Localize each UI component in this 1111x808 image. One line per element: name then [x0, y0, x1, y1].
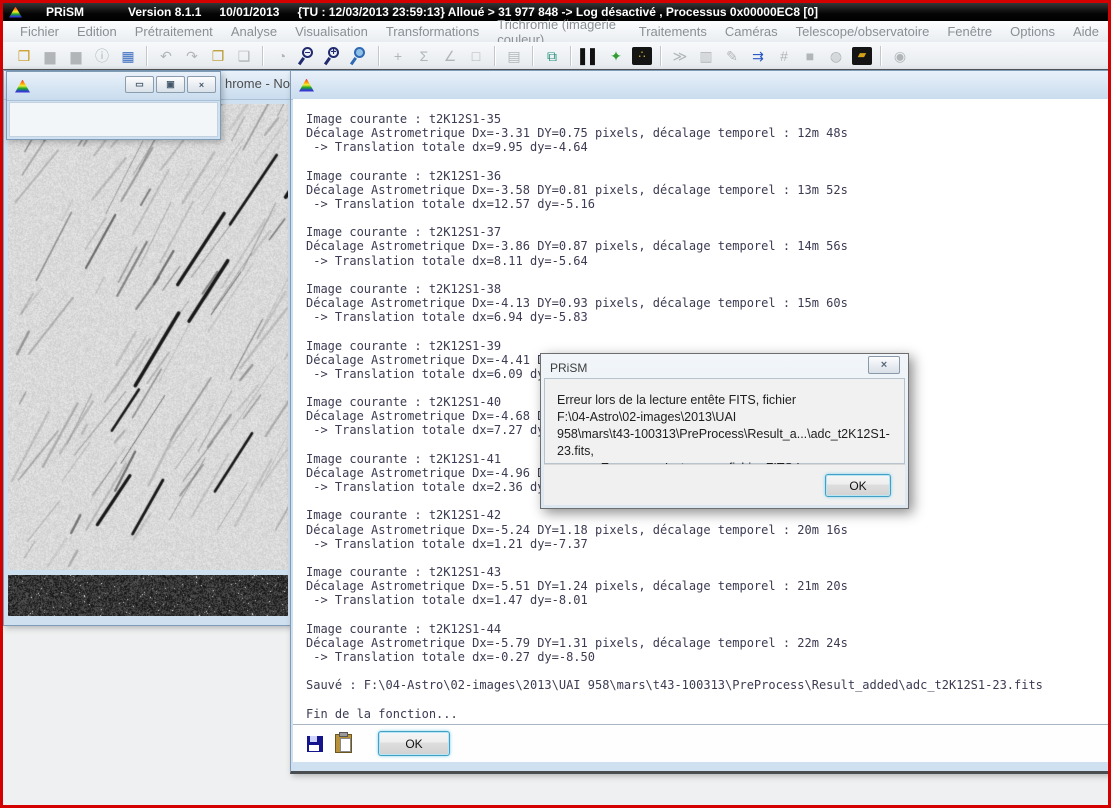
minimize-icon[interactable]: ▭: [125, 76, 154, 93]
menu-analyse[interactable]: Analyse: [222, 24, 286, 39]
menu-fichier[interactable]: Fichier: [11, 24, 68, 39]
toolbar-separator: [880, 46, 882, 66]
mask-icon[interactable]: ■: [798, 44, 822, 68]
menu-fenetre[interactable]: Fenêtre: [938, 24, 1001, 39]
menu-edition[interactable]: Edition: [68, 24, 126, 39]
prism-application-window: PRiSM Version 8.1.1 10/01/2013 {TU : 12/…: [0, 0, 1111, 808]
toolbar-separator: [146, 46, 148, 66]
prism-window-icon: [299, 79, 314, 92]
image-window-body: [4, 100, 290, 620]
prism-window-icon: [15, 80, 30, 93]
dialog-footer: OK: [544, 464, 905, 505]
sum-icon[interactable]: Σ: [412, 44, 436, 68]
webcam-icon[interactable]: ◉: [888, 44, 912, 68]
menu-aide[interactable]: Aide: [1064, 24, 1108, 39]
dialog-body: Erreur lors de la lecture entête FITS, f…: [544, 378, 905, 464]
blink-icon[interactable]: ≫: [668, 44, 692, 68]
small-window-title-bar[interactable]: ▭ ▣ ×: [7, 72, 220, 101]
menu-cameras[interactable]: Caméras: [716, 24, 787, 39]
toolbar-separator: [262, 46, 264, 66]
menu-pretraitement[interactable]: Prétraitement: [126, 24, 222, 39]
menu-telescope-observatoire[interactable]: Telescope/observatoire: [787, 24, 939, 39]
batch-list-icon[interactable]: ⇉: [746, 44, 770, 68]
fits-header-icon[interactable]: ▦: [116, 44, 140, 68]
noise-strip-image[interactable]: [8, 575, 288, 616]
console-ok-button[interactable]: OK: [378, 731, 450, 756]
main-toolbar: ❒▆▆ⓘ▦↶↷❐❑◔–++Σ∠□▤⧉▌▌✦∴≫▥✎⇉#■◍▰◉: [3, 42, 1108, 69]
save-icon[interactable]: ▆: [38, 44, 62, 68]
console-window-title-bar[interactable]: [291, 71, 1110, 100]
menu-visualisation[interactable]: Visualisation: [286, 24, 377, 39]
error-dialog: PRiSM × Erreur lors de la lecture entête…: [540, 353, 909, 509]
toolbar-separator: [660, 46, 662, 66]
undo-icon[interactable]: ↶: [154, 44, 178, 68]
dialog-ok-button[interactable]: OK: [825, 474, 891, 497]
redo-icon[interactable]: ↷: [180, 44, 204, 68]
menu-traitements[interactable]: Traitements: [630, 24, 716, 39]
stats-icon[interactable]: ▥: [694, 44, 718, 68]
copy-to-clipboard-icon[interactable]: [335, 734, 352, 753]
pan-view-icon[interactable]: ◔: [270, 44, 294, 68]
prism-logo-icon: [9, 7, 22, 18]
toolbar-separator: [378, 46, 380, 66]
toolbar-separator: [494, 46, 496, 66]
star-trails-image[interactable]: [8, 104, 288, 570]
restore-icon[interactable]: ▣: [156, 76, 185, 93]
small-window-content: [9, 102, 218, 137]
open-image-icon[interactable]: ❒: [12, 44, 36, 68]
toolbar-separator: [532, 46, 534, 66]
image-window: hrome - Non: [3, 70, 291, 626]
close-icon[interactable]: ×: [187, 76, 216, 93]
grid-icon[interactable]: #: [772, 44, 796, 68]
dialog-title-bar[interactable]: PRiSM: [544, 357, 905, 378]
toolbar-separator: [570, 46, 572, 66]
selection-icon[interactable]: □: [464, 44, 488, 68]
image-window-title-text: hrome - Non: [225, 76, 297, 91]
star-map-icon[interactable]: ∴: [632, 47, 652, 65]
crosshair-icon[interactable]: +: [386, 44, 410, 68]
app-name: PRiSM: [46, 5, 84, 19]
info-icon[interactable]: ⓘ: [90, 44, 114, 68]
save-log-icon[interactable]: [307, 736, 323, 752]
small-window-caption-buttons: ▭ ▣ ×: [123, 76, 216, 93]
copy-icon[interactable]: ❐: [206, 44, 230, 68]
app-version: Version 8.1.1: [128, 5, 201, 19]
dialog-title-text: PRiSM: [550, 361, 587, 375]
duplicate-icon[interactable]: ❑: [232, 44, 256, 68]
filmstrip-icon[interactable]: ▰: [852, 47, 872, 65]
photometry-icon[interactable]: ✎: [720, 44, 744, 68]
copy-image-icon[interactable]: ⧉: [540, 44, 564, 68]
save-all-icon[interactable]: ▆: [64, 44, 88, 68]
profile-icon[interactable]: ∠: [438, 44, 462, 68]
menu-bar: FichierEditionPrétraitementAnalyseVisual…: [3, 21, 1108, 43]
menu-options[interactable]: Options: [1001, 24, 1064, 39]
levels-icon[interactable]: ▌▌: [578, 44, 602, 68]
dialog-close-icon[interactable]: ×: [868, 356, 900, 374]
sphere-icon[interactable]: ◍: [824, 44, 848, 68]
console-footer: OK: [293, 724, 1108, 762]
app-date: 10/01/2013: [219, 5, 279, 19]
menu-transformations[interactable]: Transformations: [377, 24, 488, 39]
comet-icon[interactable]: ✦: [604, 44, 628, 68]
histogram-window-icon[interactable]: ▤: [502, 44, 526, 68]
zoom-out-icon[interactable]: –: [297, 45, 319, 67]
small-empty-window: ▭ ▣ ×: [6, 71, 221, 140]
zoom-in-icon[interactable]: +: [323, 45, 345, 67]
zoom-window-icon[interactable]: [349, 45, 371, 67]
